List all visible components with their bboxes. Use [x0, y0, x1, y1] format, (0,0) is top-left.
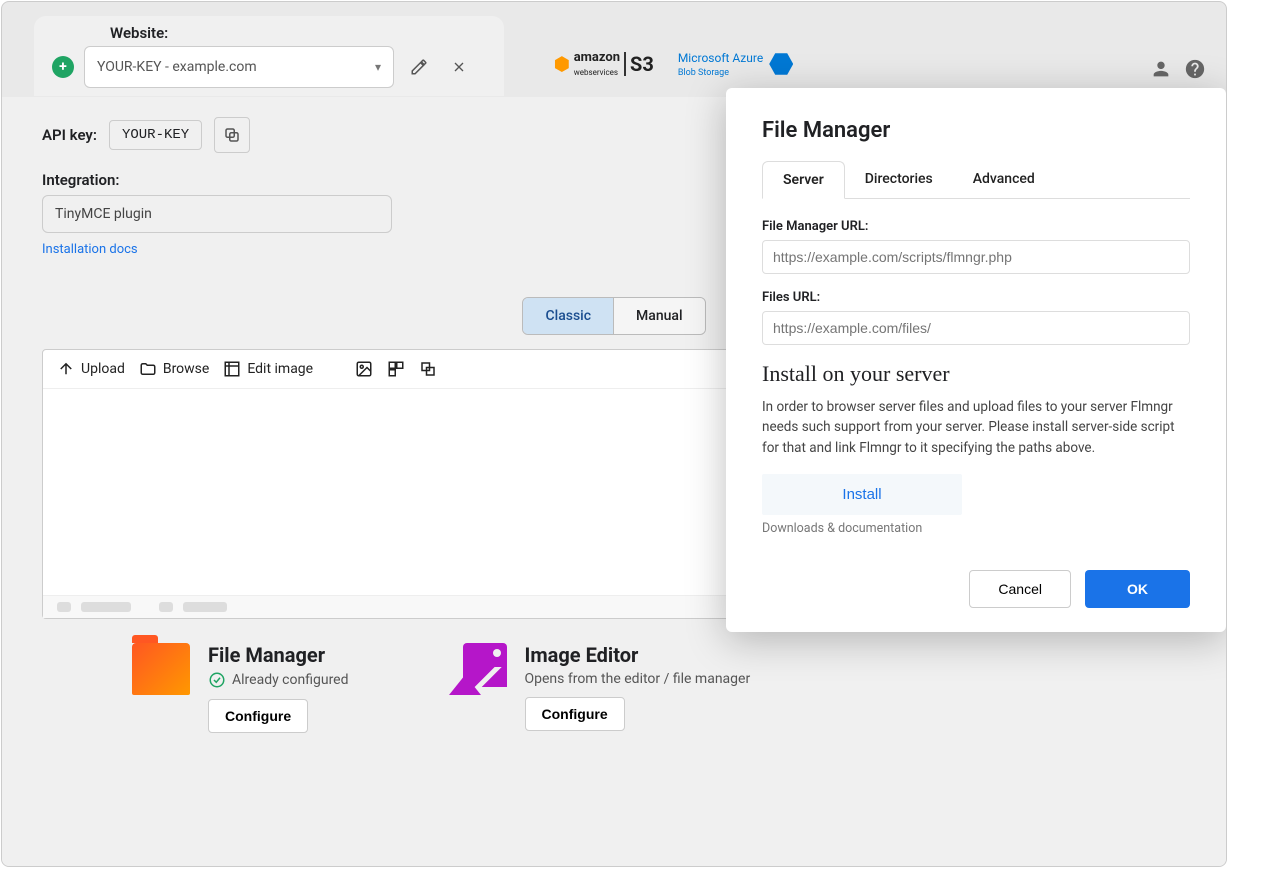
install-button[interactable]: Install: [762, 474, 962, 515]
files-url-input[interactable]: [762, 311, 1190, 345]
install-title: Install on your server: [762, 361, 1190, 387]
fm-status: Already configured: [232, 672, 349, 688]
aws-s3-logo: ⬢ amazon webservices S3: [554, 50, 654, 78]
azure-blob-logo: Microsoft Azure Blob Storage: [678, 51, 793, 78]
cancel-button[interactable]: Cancel: [969, 570, 1071, 608]
api-key-value: YOUR-KEY: [109, 120, 202, 150]
image-editor-icon: [449, 643, 507, 701]
edit-image-button[interactable]: Edit image: [223, 360, 313, 378]
image-editor-card: Image Editor Opens from the editor / fil…: [449, 643, 751, 733]
image-icon[interactable]: [355, 360, 373, 378]
api-key-label: API key:: [42, 126, 97, 144]
mode-classic[interactable]: Classic: [523, 298, 614, 334]
fm-url-input[interactable]: [762, 240, 1190, 274]
fm-title: File Manager: [208, 643, 349, 667]
chevron-down-icon: ▾: [375, 60, 381, 74]
browse-button[interactable]: Browse: [139, 360, 209, 378]
account-icon[interactable]: [1150, 58, 1172, 84]
gallery-icon[interactable]: [387, 360, 405, 378]
add-website-button[interactable]: +: [52, 56, 74, 78]
tab-advanced[interactable]: Advanced: [953, 161, 1055, 198]
fm-url-label: File Manager URL:: [762, 219, 1190, 234]
tab-directories[interactable]: Directories: [845, 161, 953, 198]
help-icon[interactable]: [1184, 58, 1206, 84]
ie-title: Image Editor: [525, 643, 751, 667]
file-manager-dialog: File Manager Server Directories Advanced…: [726, 88, 1226, 632]
downloads-docs-link[interactable]: Downloads & documentation: [762, 521, 1190, 536]
file-manager-card: File Manager Already configured Configur…: [132, 643, 349, 733]
dialog-tabs: Server Directories Advanced: [762, 161, 1190, 199]
upload-button[interactable]: Upload: [57, 360, 125, 378]
files-url-label: Files URL:: [762, 290, 1190, 305]
mode-toggle: Classic Manual: [522, 297, 705, 335]
mode-manual[interactable]: Manual: [614, 298, 704, 334]
layers-icon[interactable]: [419, 360, 437, 378]
check-circle-icon: [208, 671, 226, 689]
website-tab: Website: + YOUR-KEY - example.com ▾: [34, 16, 504, 96]
dialog-title: File Manager: [762, 118, 1190, 143]
integration-select[interactable]: TinyMCE plugin: [42, 195, 392, 233]
close-website-button[interactable]: [444, 52, 474, 82]
ok-button[interactable]: OK: [1085, 570, 1190, 608]
ie-sub: Opens from the editor / file manager: [525, 671, 751, 687]
website-select[interactable]: YOUR-KEY - example.com ▾: [84, 46, 394, 88]
cloud-logos: ⬢ amazon webservices S3 Microsoft Azure …: [554, 50, 793, 78]
ie-configure-button[interactable]: Configure: [525, 697, 625, 731]
install-desc: In order to browser server files and upl…: [762, 397, 1190, 458]
website-label: Website:: [110, 24, 486, 42]
folder-icon: [132, 643, 190, 695]
installation-docs-link[interactable]: Installation docs: [42, 242, 138, 257]
fm-configure-button[interactable]: Configure: [208, 699, 308, 733]
edit-website-button[interactable]: [404, 52, 434, 82]
copy-api-key-button[interactable]: [214, 117, 250, 153]
website-value: YOUR-KEY - example.com: [97, 59, 257, 75]
tab-server[interactable]: Server: [762, 161, 845, 199]
